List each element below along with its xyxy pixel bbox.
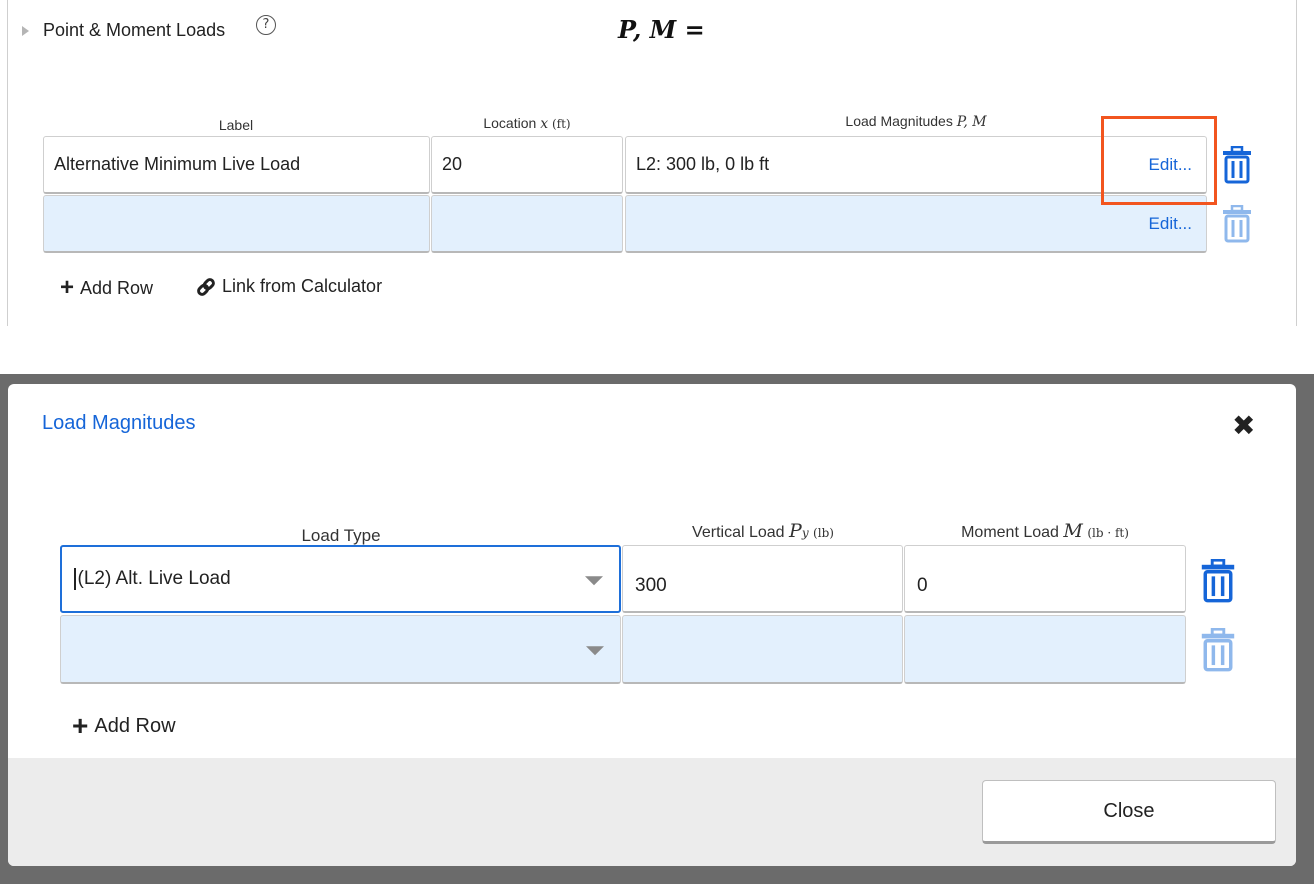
column-header-moment-load: Moment Load M (lb · ft)	[904, 520, 1186, 542]
add-row-button[interactable]: + Add Row	[60, 276, 153, 300]
location-value: 20	[442, 154, 463, 174]
dialog-add-row-label: Add Row	[94, 714, 176, 737]
vertical-load-input-empty[interactable]	[622, 615, 903, 684]
panel-border-left	[7, 0, 8, 326]
equation-label: P, M =	[618, 15, 705, 44]
load-type-select-empty[interactable]	[60, 615, 621, 684]
moment-header-var: M	[1063, 520, 1083, 542]
vertical-load-input[interactable]: 300	[622, 545, 903, 613]
section-title: Point & Moment Loads	[43, 20, 226, 40]
close-icon[interactable]: ✖	[1232, 412, 1255, 440]
delete-row-trash-icon-disabled[interactable]	[1222, 205, 1252, 243]
load-magnitudes-dialog: Load Magnitudes ✖ Load Type Vertical Loa…	[8, 384, 1296, 866]
chevron-down-icon-empty[interactable]	[586, 646, 604, 656]
edit-magnitudes-link-empty[interactable]: Edit...	[1149, 214, 1192, 234]
help-icon[interactable]: ?	[256, 15, 276, 35]
point-moment-loads-panel: Point & Moment Loads ? P, M = Label Loca…	[0, 0, 1314, 326]
vertical-header-var: P	[789, 520, 802, 542]
add-row-label: Add Row	[80, 277, 154, 298]
label-input-empty[interactable]	[43, 195, 430, 253]
dialog-add-row-button[interactable]: + Add Row	[72, 712, 176, 740]
load-type-select[interactable]: (L2) Alt. Live Load	[60, 545, 621, 613]
location-input-empty[interactable]	[431, 195, 623, 253]
link-icon	[197, 277, 215, 296]
location-header-text: Location	[483, 115, 537, 131]
location-input[interactable]: 20	[431, 136, 623, 194]
expand-triangle-icon[interactable]	[22, 26, 29, 36]
moment-header-text: Moment Load	[961, 524, 1059, 541]
text-caret	[74, 568, 76, 590]
column-header-location: Location x (ft)	[431, 115, 623, 132]
plus-icon: +	[60, 274, 75, 301]
delete-load-row-trash-icon[interactable]	[1200, 559, 1236, 603]
vertical-header-sub: y	[801, 526, 809, 540]
column-header-label: Label	[218, 117, 254, 133]
label-input[interactable]: Alternative Minimum Live Load	[43, 136, 430, 194]
delete-row-trash-icon[interactable]	[1222, 146, 1252, 184]
location-header-unit: (ft)	[551, 117, 571, 131]
label-value: Alternative Minimum Live Load	[54, 154, 301, 174]
location-header-var: x	[540, 116, 549, 132]
vertical-load-value: 300	[635, 574, 667, 596]
magnitudes-value: L2: 300 lb, 0 lb ft	[636, 154, 770, 174]
magnitudes-header-text: Load Magnitudes	[845, 113, 953, 129]
dialog-title: Load Magnitudes	[42, 412, 196, 434]
panel-border-right	[1296, 0, 1297, 326]
vertical-header-text: Vertical Load	[692, 524, 785, 541]
moment-load-value: 0	[917, 574, 928, 596]
column-header-vertical-load: Vertical Load Py (lb)	[622, 520, 904, 542]
moment-load-input-empty[interactable]	[904, 615, 1186, 684]
close-button[interactable]: Close	[982, 780, 1276, 844]
column-header-load-type: Load Type	[301, 526, 381, 545]
magnitudes-header-var: P, M	[956, 114, 987, 130]
load-type-value: (L2) Alt. Live Load	[77, 568, 231, 589]
moment-load-input[interactable]: 0	[904, 545, 1186, 613]
vertical-header-unit: (lb)	[813, 526, 834, 540]
link-from-calculator-label: Link from Calculator	[222, 276, 383, 296]
link-from-calculator-button[interactable]: Link from Calculator	[196, 276, 382, 297]
chevron-down-icon[interactable]	[585, 576, 603, 586]
edit-highlight-box	[1101, 116, 1217, 205]
delete-load-row-trash-icon-disabled[interactable]	[1200, 628, 1236, 672]
dialog-plus-icon: +	[72, 710, 89, 741]
moment-header-unit: (lb · ft)	[1087, 526, 1129, 540]
